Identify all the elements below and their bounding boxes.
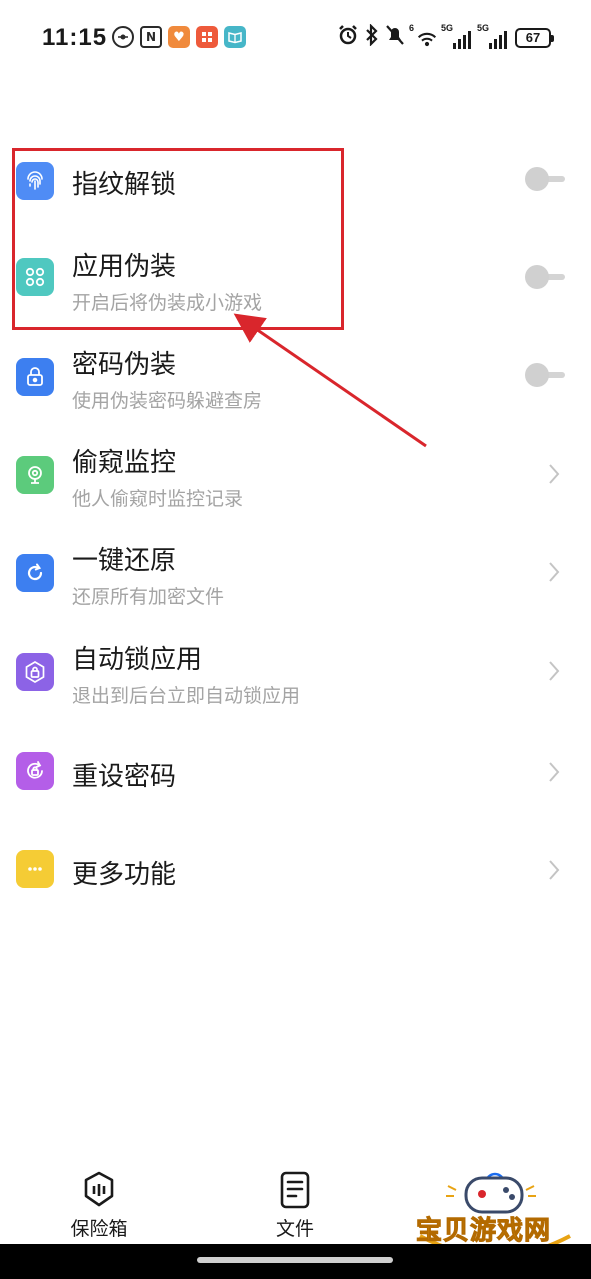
nav-label: 文件 (275, 1218, 314, 1240)
setting-subtitle: 还原所有加密文件 (72, 586, 225, 608)
nav-label: 保险箱 (70, 1218, 128, 1240)
settings-icon (484, 1172, 506, 1194)
hexagon-lock-icon (16, 653, 54, 691)
app-disguise-toggle[interactable] (525, 264, 567, 290)
grid-icon (16, 258, 54, 296)
fingerprint-icon (16, 162, 54, 200)
chevron-right-icon (549, 762, 560, 782)
setting-title: 重设密码 (72, 762, 177, 792)
status-bar: 11:15 N ♥ 6 5G 5G 67 (0, 0, 591, 80)
lock-icon (16, 358, 54, 396)
wifi-icon: 6 (409, 23, 437, 49)
phone-screen: 11:15 N ♥ 6 5G 5G 67 指纹解锁 应用伪装 开启后将伪装成小游… (0, 0, 591, 1279)
game-app-icon (196, 26, 218, 48)
reader-app-icon (224, 26, 246, 48)
setting-fingerprint-unlock[interactable]: 指纹解锁 (0, 130, 591, 228)
fingerprint-toggle[interactable] (525, 166, 567, 192)
cellular-signal-2-icon: 5G (477, 23, 509, 49)
status-time: 11:15 (42, 24, 108, 51)
setting-auto-lock-app[interactable]: 自动锁应用 退出到后台立即自动锁应用 (0, 623, 591, 721)
oneplus-shelf-icon (112, 26, 134, 48)
setting-title: 应用伪装 (72, 252, 177, 282)
mute-bell-icon (385, 24, 405, 51)
setting-subtitle: 退出到后台立即自动锁应用 (72, 685, 301, 707)
battery-icon: 67 (515, 27, 554, 48)
reset-password-icon (16, 752, 54, 790)
setting-title: 密码伪装 (72, 350, 177, 380)
chevron-right-icon (549, 562, 560, 582)
setting-title: 指纹解锁 (72, 170, 177, 200)
setting-title: 偷窥监控 (72, 448, 177, 478)
chevron-right-icon (549, 661, 560, 681)
nfc-icon: N (140, 26, 162, 48)
refresh-icon (16, 554, 54, 592)
chevron-right-icon (549, 860, 560, 880)
more-dots-icon (16, 850, 54, 888)
nav-settings[interactable] (440, 1160, 550, 1214)
cellular-signal-1-icon: 5G (441, 23, 473, 49)
setting-more-functions[interactable]: 更多功能 (0, 820, 591, 918)
setting-title: 自动锁应用 (72, 645, 203, 675)
password-disguise-toggle[interactable] (525, 362, 567, 388)
setting-subtitle: 开启后将伪装成小游戏 (72, 292, 263, 314)
setting-one-key-restore[interactable]: 一键还原 还原所有加密文件 (0, 524, 591, 622)
webcam-icon (16, 456, 54, 494)
safe-icon (84, 1171, 114, 1207)
health-app-icon: ♥ (168, 26, 190, 48)
chevron-right-icon (549, 464, 560, 484)
nav-safe[interactable]: 保险箱 (44, 1160, 154, 1241)
alarm-icon (337, 24, 359, 51)
setting-title: 更多功能 (72, 860, 177, 890)
setting-password-disguise[interactable]: 密码伪装 使用伪装密码躲避查房 (0, 328, 591, 426)
bluetooth-icon (365, 23, 379, 51)
setting-reset-password[interactable]: 重设密码 (0, 722, 591, 820)
setting-title: 一键还原 (72, 546, 177, 576)
document-icon (280, 1171, 310, 1209)
setting-peep-monitor[interactable]: 偷窥监控 他人偷窥时监控记录 (0, 426, 591, 524)
bottom-navigation: 保险箱 文件 (0, 1160, 591, 1240)
home-gesture-handle[interactable] (197, 1257, 393, 1263)
nav-files[interactable]: 文件 (240, 1160, 350, 1241)
notification-icons: N ♥ (112, 26, 246, 48)
setting-app-disguise[interactable]: 应用伪装 开启后将伪装成小游戏 (0, 230, 591, 328)
setting-subtitle: 他人偷窥时监控记录 (72, 488, 244, 510)
setting-subtitle: 使用伪装密码躲避查房 (72, 390, 263, 412)
system-status-icons: 6 5G 5G 67 (337, 23, 554, 51)
